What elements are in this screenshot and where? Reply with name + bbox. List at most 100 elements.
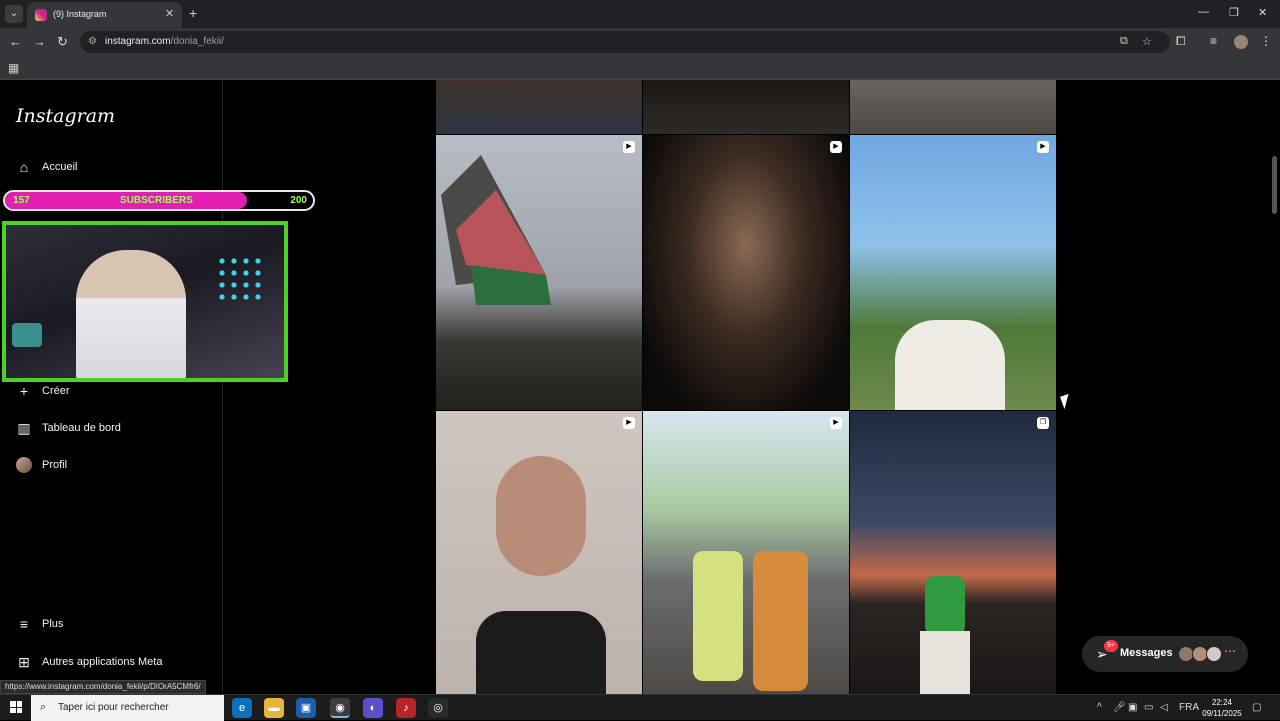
profile-post-grid: ▶ ▶ ▶ ▶ ▶ ❐	[436, 80, 1058, 694]
post-thumbnail[interactable]: ▶	[643, 411, 849, 694]
nav-item-create[interactable]: + Créer	[16, 379, 70, 403]
reload-button[interactable]: ↻	[57, 34, 68, 50]
file-explorer-icon[interactable]: ▬	[264, 698, 284, 718]
volume-icon[interactable]: ◁	[1160, 702, 1168, 713]
media-control-icon[interactable]: ≡	[1210, 34, 1217, 48]
nav-item-profile[interactable]: Profil	[16, 453, 67, 477]
nav-item-more[interactable]: ≡ Plus	[16, 612, 64, 636]
search-icon: ⌕	[40, 701, 47, 713]
nav-item-dashboard[interactable]: ▥ Tableau de bord	[16, 416, 121, 440]
chrome-icon[interactable]: ◉	[330, 698, 350, 718]
nav-label: Créer	[42, 385, 70, 397]
dress-shape	[693, 551, 743, 681]
flag-shape	[441, 155, 551, 305]
avatar	[16, 457, 32, 473]
webcam-overlay	[2, 221, 288, 382]
subscriber-goal: 200	[290, 195, 307, 206]
nav-label: Plus	[42, 618, 64, 630]
apps-grid-icon[interactable]: ▦	[8, 61, 19, 75]
network-icon[interactable]: ▭	[1144, 702, 1153, 713]
obs-icon[interactable]: ◎	[428, 698, 448, 718]
browser-profile-avatar[interactable]	[1234, 35, 1248, 49]
subscriber-goal-bar: 157 SUBSCRIBERS 200	[3, 190, 315, 211]
post-thumbnail[interactable]	[643, 80, 849, 134]
post-thumbnail[interactable]	[850, 80, 1056, 134]
taskbar-clock[interactable]: 22:24 09/11/2025	[1200, 697, 1244, 719]
post-thumbnail[interactable]: ▶	[436, 411, 642, 694]
discord-icon[interactable]: ◐	[363, 698, 383, 718]
restore-button[interactable]: ❐	[1229, 6, 1239, 19]
bookmarks-bar: ▦	[0, 56, 1280, 80]
notification-icon[interactable]: ▢	[1252, 702, 1261, 713]
avatar	[1206, 646, 1222, 662]
menu-icon: ≡	[19, 616, 29, 632]
hexagon-light-icon	[216, 255, 266, 300]
post-thumbnail[interactable]: ▶	[850, 135, 1056, 410]
nav-item-meta-apps[interactable]: ⊞ Autres applications Meta	[16, 650, 162, 674]
back-button[interactable]: ←	[9, 34, 22, 49]
url-path: /donia_fekii/	[170, 36, 224, 47]
forward-button[interactable]: →	[33, 34, 46, 49]
subscriber-current: 157	[13, 195, 30, 206]
instagram-sidebar: Instagram ⌂ Accueil + Créer ▥ Tableau de…	[0, 80, 223, 694]
reel-icon: ▶	[830, 141, 842, 153]
link-status-url: https://www.instagram.com/donia_fekii/p/…	[0, 680, 206, 694]
new-tab-button[interactable]: +	[189, 5, 197, 21]
carousel-icon: ❐	[1037, 417, 1049, 429]
tab-search-button[interactable]: ⌄	[5, 5, 23, 23]
subscriber-label: SUBSCRIBERS	[120, 195, 193, 206]
extensions-icon[interactable]: ⧠	[1176, 34, 1186, 49]
tab-title: (9) Instagram	[53, 9, 107, 19]
page-scrollbar[interactable]	[1268, 80, 1280, 694]
post-thumbnail[interactable]	[436, 80, 642, 134]
reel-icon: ▶	[830, 417, 842, 429]
scrollbar-thumb[interactable]	[1272, 156, 1277, 214]
meta-apps-icon: ⊞	[18, 653, 30, 670]
edge-icon[interactable]: e	[232, 698, 252, 718]
messages-badge: 9+	[1104, 640, 1118, 652]
streamer-logo-icon	[12, 323, 42, 347]
url-host: instagram.com	[105, 36, 171, 47]
messages-button[interactable]: ➢ 9+ Messages ⋯	[1082, 636, 1248, 672]
search-placeholder: Taper ici pour rechercher	[58, 702, 169, 713]
microphone-icon[interactable]: 🎤︎	[1113, 702, 1126, 713]
home-icon: ⌂	[19, 159, 29, 175]
dress-shape	[753, 551, 808, 691]
windows-start-icon[interactable]	[10, 701, 22, 713]
clock-time: 22:24	[1211, 698, 1233, 707]
nav-label: Profil	[42, 459, 68, 471]
post-thumbnail[interactable]: ▶	[643, 135, 849, 410]
face-shape	[496, 456, 586, 576]
close-window-button[interactable]: ✕	[1258, 6, 1267, 19]
streamer-figure	[76, 250, 186, 378]
windows-taskbar: ⌕ Taper ici pour rechercher e ▬ ▣ ◉ ◐ ♪ …	[0, 694, 1280, 721]
top-shape	[925, 576, 965, 636]
voicemod-icon[interactable]: ♪	[396, 698, 416, 718]
bookmark-star-icon[interactable]: ☆	[1142, 35, 1152, 48]
tray-chevron-icon[interactable]: ^	[1097, 702, 1102, 713]
instagram-logo[interactable]: Instagram	[16, 105, 115, 127]
camera-icon[interactable]: ▣	[1128, 702, 1137, 713]
nav-item-home[interactable]: ⌂ Accueil	[16, 155, 78, 179]
mouse-cursor	[1060, 393, 1073, 410]
install-app-icon[interactable]: ⧉	[1120, 35, 1128, 48]
browser-tab[interactable]: (9) Instagram ✕	[27, 2, 182, 28]
top-shape	[476, 611, 606, 694]
browser-menu-icon[interactable]: ⋮	[1260, 34, 1272, 48]
minimize-button[interactable]: —	[1198, 6, 1209, 18]
site-info-icon[interactable]: ⚙	[88, 36, 97, 47]
instagram-favicon-icon	[35, 9, 47, 21]
chart-icon: ▥	[17, 419, 31, 436]
post-thumbnail[interactable]: ❐	[850, 411, 1056, 694]
language-indicator[interactable]: FRA	[1179, 702, 1199, 713]
post-thumbnail[interactable]: ▶	[436, 135, 642, 410]
close-tab-icon[interactable]: ✕	[165, 7, 174, 20]
store-icon[interactable]: ▣	[296, 698, 316, 718]
messages-label: Messages	[1120, 647, 1173, 659]
taskbar-search[interactable]: ⌕ Taper ici pour rechercher	[31, 695, 224, 721]
clock-date: 09/11/2025	[1202, 709, 1242, 718]
reel-icon: ▶	[623, 417, 635, 429]
url-text: instagram.com/donia_fekii/	[105, 36, 224, 47]
nav-label: Accueil	[42, 161, 78, 173]
address-bar[interactable]: ⚙ instagram.com/donia_fekii/ ⧉ ☆	[80, 31, 1170, 53]
